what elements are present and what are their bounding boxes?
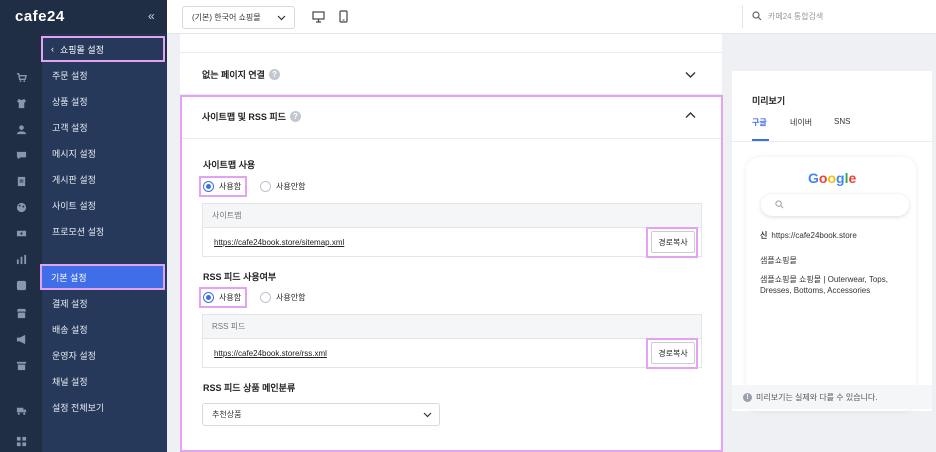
preview-desc-line2: Dresses, Bottoms, Accessories — [760, 286, 871, 295]
preview-site-name: 샘플쇼핑몰 — [760, 256, 797, 265]
menu-item-product[interactable]: 상품 설정 — [42, 88, 167, 114]
shop-language-select[interactable]: (기본) 한국어 쇼핑몰 — [182, 6, 295, 29]
chevron-left-icon: ‹ — [51, 44, 54, 54]
chevron-down-icon — [277, 13, 286, 24]
chat-icon[interactable] — [15, 149, 27, 161]
tab-naver[interactable]: 네이버 — [790, 117, 812, 128]
menu-item-channel[interactable]: 채널 설정 — [42, 368, 167, 394]
search-icon — [775, 199, 784, 211]
google-logo: Google — [808, 170, 857, 186]
menu-item-order[interactable]: 주문 설정 — [42, 62, 167, 88]
site-icon: 신 — [760, 231, 768, 240]
desktop-view-icon[interactable] — [312, 10, 325, 23]
mobile-preview: Google 신 https://cafe24book.store 샘플쇼핑몰 샘… — [746, 157, 916, 411]
settings-app-icon[interactable] — [15, 279, 27, 291]
menu-item-promotion[interactable]: 프로모션 설정 — [42, 218, 167, 244]
chart-icon[interactable] — [15, 253, 27, 265]
tab-divider — [732, 141, 932, 142]
cafe24-logo[interactable]: cafe24 — [15, 8, 65, 25]
menu-item-shipping[interactable]: 배송 설정 — [42, 316, 167, 342]
preview-note: ! 미리보기는 실제와 다를 수 있습니다. — [732, 385, 932, 409]
preview-title: 미리보기 — [752, 96, 786, 106]
shop-icon[interactable] — [15, 359, 27, 371]
menu-item-operator[interactable]: 운영자 설정 — [42, 342, 167, 368]
preview-site-url-row: 신 https://cafe24book.store — [760, 230, 857, 241]
preview-note-text: 미리보기는 실제와 다를 수 있습니다. — [756, 392, 878, 402]
global-search-input[interactable]: 카페24 통합검색 — [742, 5, 936, 28]
shirt-icon[interactable] — [15, 97, 27, 109]
section-404-title: 없는 페이지 연결 — [202, 70, 265, 80]
coupon-icon[interactable] — [15, 227, 27, 239]
shop-select-value: (기본) 한국어 쇼핑몰 — [192, 13, 261, 22]
preview-desc-line1: 샘플쇼핑몰 쇼핑몰 | Outerwear, Tops, — [760, 275, 888, 284]
tab-google[interactable]: 구글 — [752, 117, 767, 128]
menu-item-payment[interactable]: 결제 설정 — [42, 290, 167, 316]
megaphone-icon[interactable] — [15, 333, 27, 345]
highlight-frame — [180, 95, 723, 452]
menu-item-customer[interactable]: 고객 설정 — [42, 114, 167, 140]
user-icon[interactable] — [15, 123, 27, 135]
mobile-view-icon[interactable] — [337, 10, 350, 23]
collapse-sidebar-icon[interactable]: « — [148, 9, 155, 23]
menu-item-all-settings[interactable]: 설정 전체보기 — [42, 394, 167, 420]
truck-icon[interactable] — [15, 404, 27, 416]
back-label: 쇼핑몰 설정 — [60, 44, 104, 55]
store-icon[interactable] — [15, 307, 27, 319]
preview-search-bar — [761, 194, 909, 216]
apps-icon[interactable] — [15, 435, 27, 447]
logo-bar: cafe24 « — [0, 0, 167, 34]
preview-description: 샘플쇼핑몰 쇼핑몰 | Outerwear, Tops, Dresses, Bo… — [760, 274, 908, 296]
menu-item-basic-settings[interactable]: 기본 설정 — [40, 264, 165, 290]
preview-site-url: https://cafe24book.store — [771, 231, 857, 240]
tab-sns[interactable]: SNS — [834, 117, 850, 126]
section-404-header[interactable]: 없는 페이지 연결 ? — [202, 68, 280, 81]
active-tab-indicator — [752, 139, 769, 141]
top-bar: (기본) 한국어 쇼핑몰 카페24 통합검색 — [167, 0, 936, 34]
back-to-shop-settings[interactable]: ‹ 쇼핑몰 설정 — [41, 36, 165, 62]
help-icon[interactable]: ? — [268, 69, 280, 80]
search-placeholder: 카페24 통합검색 — [768, 12, 824, 21]
info-icon: ! — [743, 392, 752, 402]
menu-item-board[interactable]: 게시판 설정 — [42, 166, 167, 192]
menu-item-message[interactable]: 메시지 설정 — [42, 140, 167, 166]
board-icon[interactable] — [15, 175, 27, 187]
icon-rail — [0, 34, 42, 452]
preview-panel: 미리보기 구글 네이버 SNS Google 신 https://cafe24bo… — [732, 71, 932, 411]
menu-item-site[interactable]: 사이트 설정 — [42, 192, 167, 218]
chevron-down-icon[interactable] — [685, 69, 696, 82]
menu-back-row: ‹ 쇼핑몰 설정 — [0, 35, 167, 62]
palette-icon[interactable] — [15, 201, 27, 213]
settings-menu: 주문 설정 상품 설정 고객 설정 메시지 설정 게시판 설정 사이트 설정 프… — [42, 34, 167, 452]
divider — [180, 52, 722, 53]
search-icon — [752, 10, 762, 23]
cart-icon[interactable] — [15, 71, 27, 83]
